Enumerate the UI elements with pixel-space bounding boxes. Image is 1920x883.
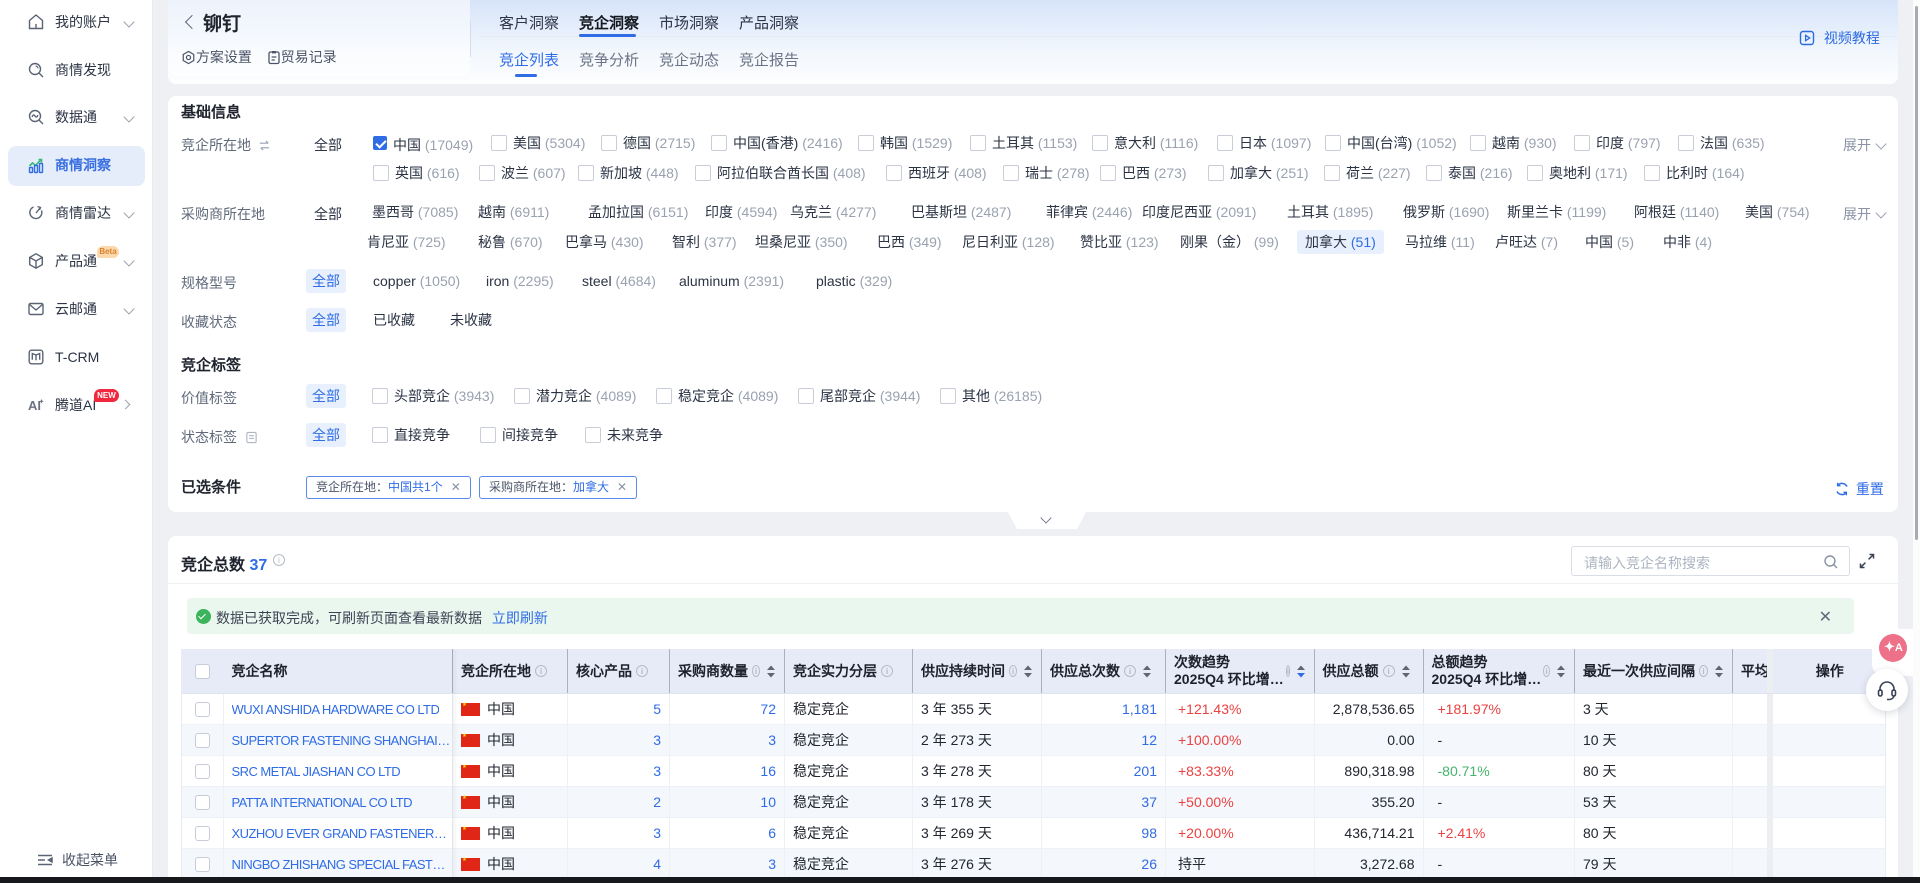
svg-text:AI: AI (28, 398, 41, 413)
